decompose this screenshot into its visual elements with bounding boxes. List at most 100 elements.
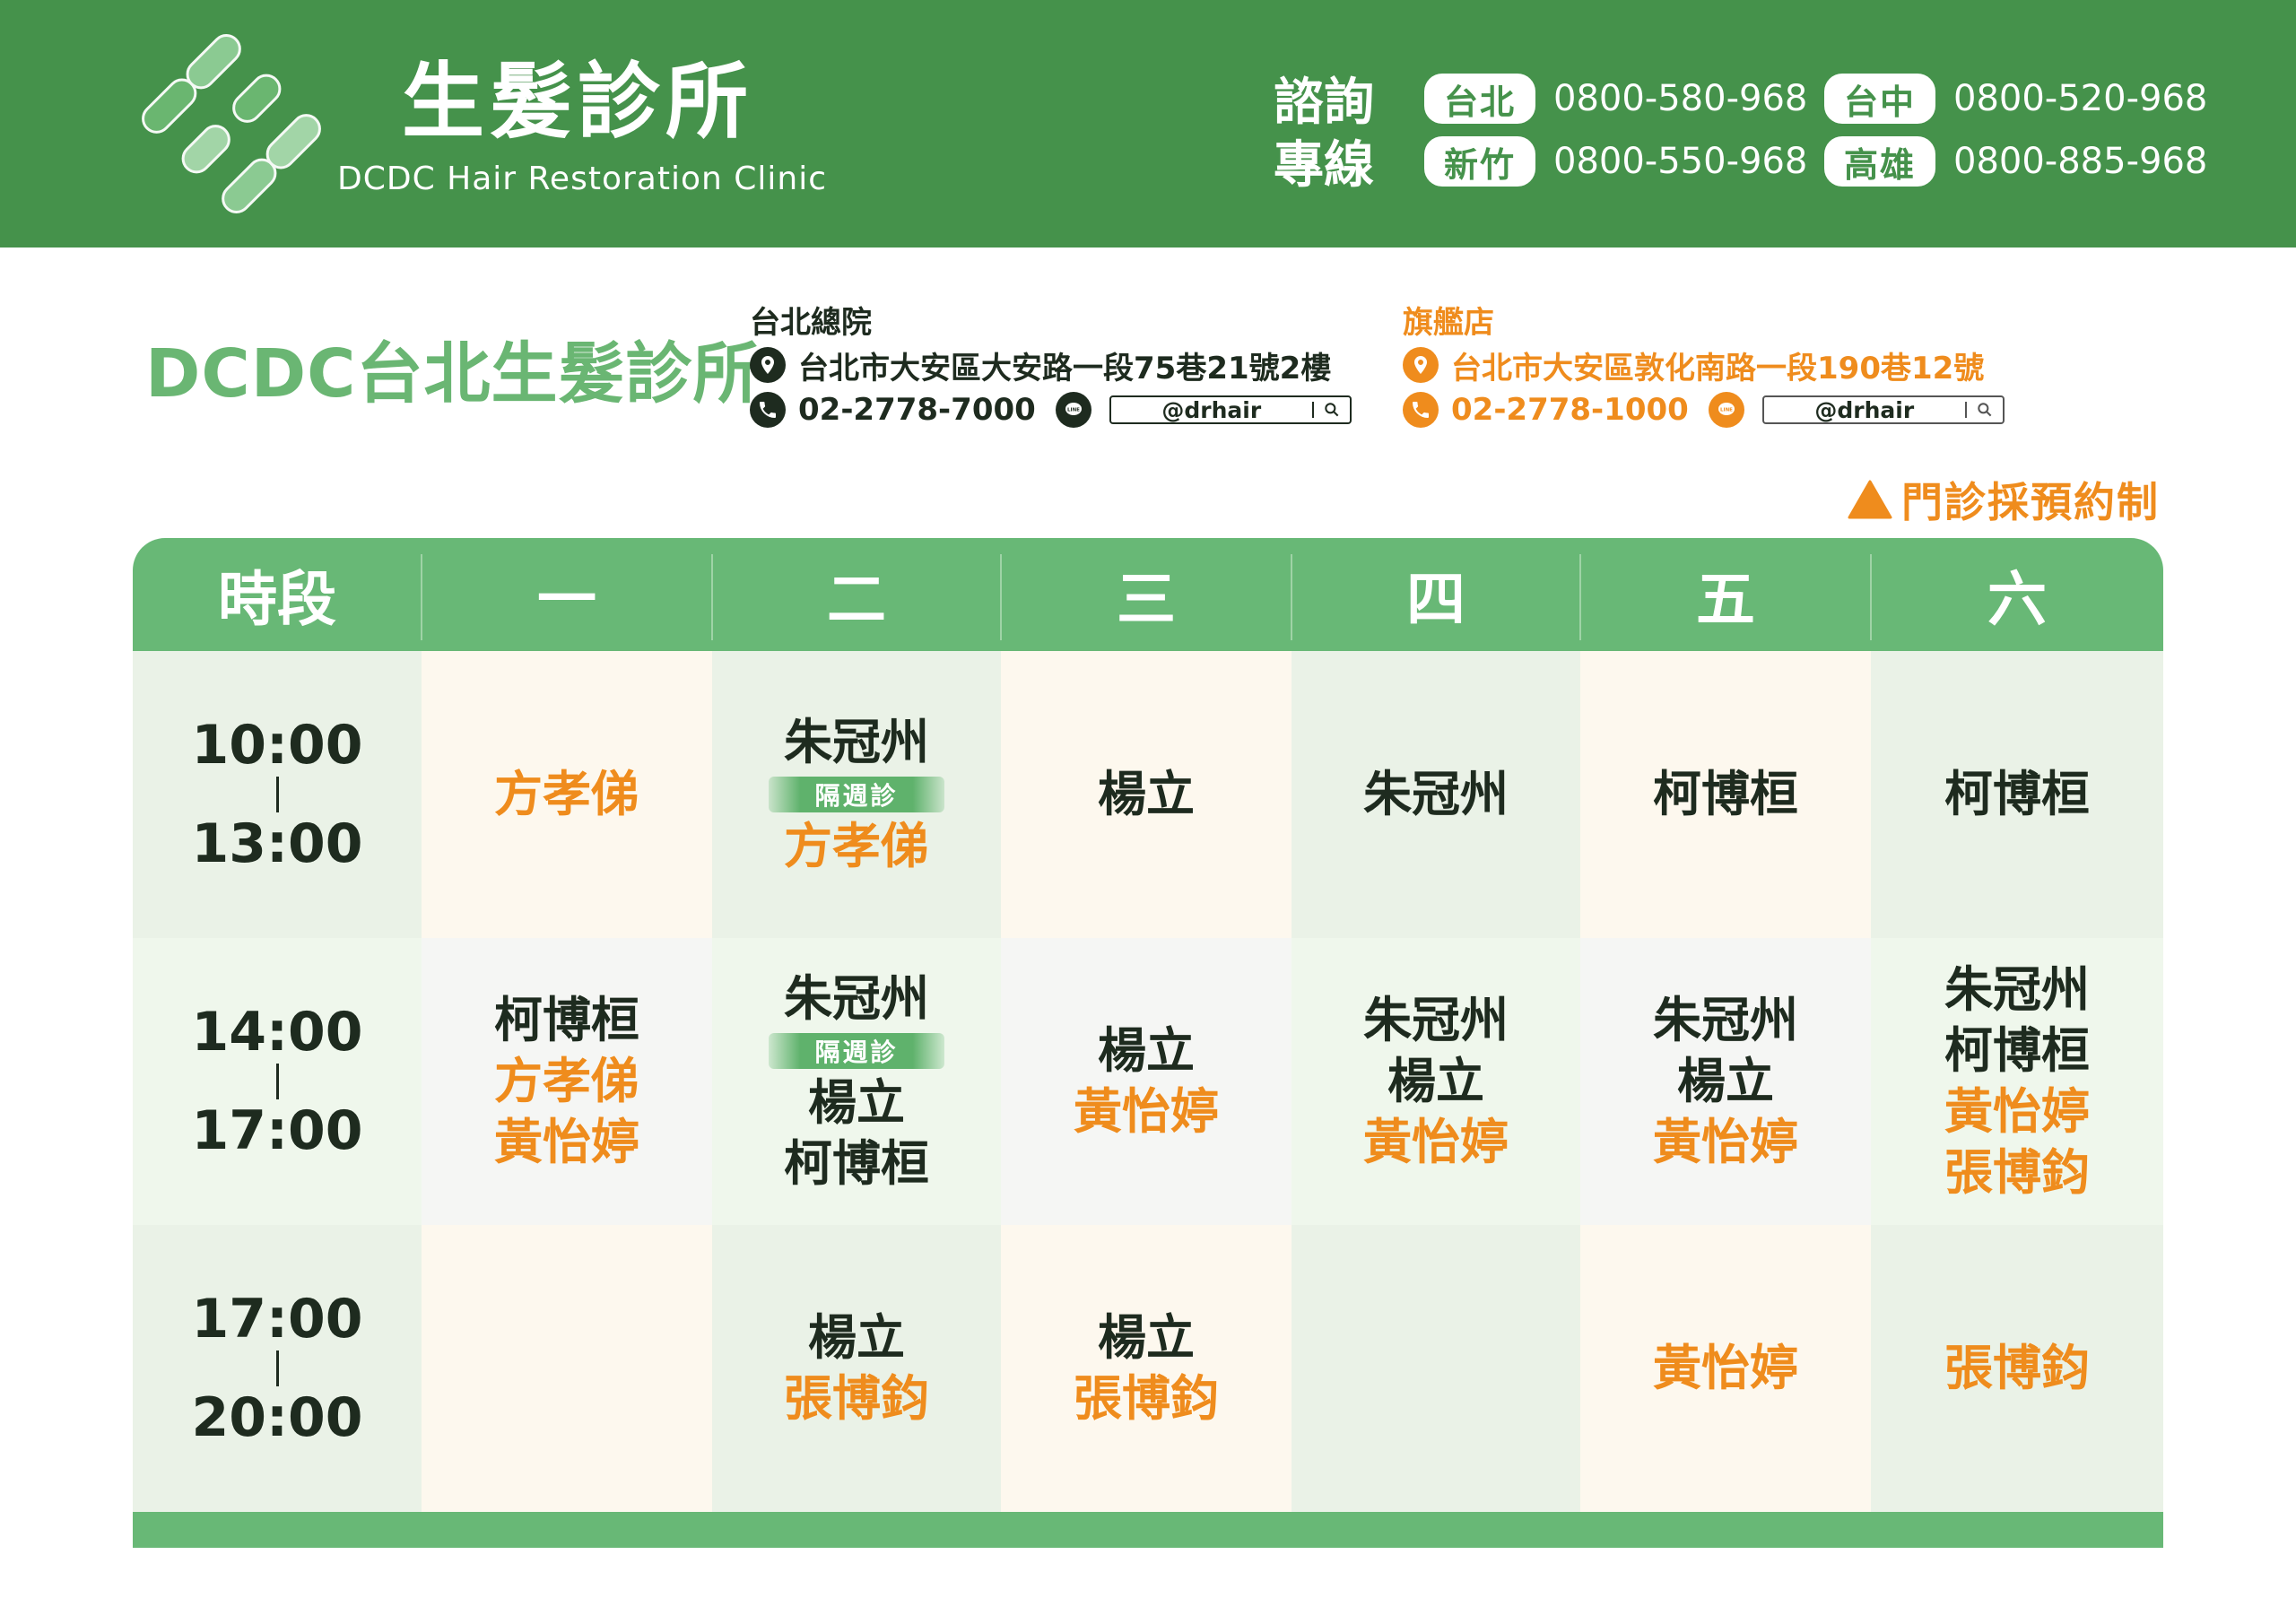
header-weekday: 五 — [1696, 565, 1755, 634]
doctor-name: 柯博桓 — [784, 1135, 929, 1192]
schedule-cell: 楊立 黃怡婷 — [1001, 938, 1292, 1225]
hotline-phone[interactable]: 0800-580-968 — [1553, 78, 1807, 119]
branch-address: 台北市大安區敦化南路一段190巷12號 — [1451, 350, 1985, 386]
alternate-week-badge: 隔週診 — [769, 1033, 944, 1069]
header-time-slot: 時段 — [218, 565, 336, 634]
address-row: 台北市大安區敦化南路一段190巷12號 — [1403, 344, 2048, 386]
schedule-cell: 方孝俤 — [422, 651, 712, 938]
schedule-cell: 朱冠州 楊立 黃怡婷 — [1580, 938, 1871, 1225]
header-weekday: 三 — [1117, 565, 1176, 634]
branch-phone[interactable]: 02-2778-7000 — [798, 392, 1036, 428]
location-pin-icon — [750, 347, 786, 383]
time-slot-cell: 17:00 20:00 — [133, 1225, 422, 1512]
city-badge: 高雄 — [1824, 136, 1935, 187]
schedule-cell: 朱冠州 隔週診 方孝俤 — [712, 651, 1001, 938]
doctor-name: 楊立 — [808, 1309, 905, 1366]
time-separator — [275, 1064, 279, 1099]
doctor-name: 黃怡婷 — [1653, 1114, 1798, 1170]
header-weekday: 四 — [1406, 565, 1465, 634]
doctor-name: 朱冠州 — [1363, 766, 1509, 822]
search-icon — [1964, 402, 2003, 418]
hotline-taipei[interactable]: 台北 0800-580-968 — [1424, 74, 1807, 124]
doctor-name: 柯博桓 — [1653, 766, 1798, 822]
schedule-cell: 柯博桓 — [1580, 651, 1871, 938]
doctor-name: 楊立 — [1387, 1053, 1484, 1109]
doctor-name: 柯博桓 — [494, 992, 639, 1048]
city-badge: 台中 — [1824, 74, 1935, 124]
header-divider — [1000, 554, 1002, 640]
doctor-name: 黃怡婷 — [494, 1114, 639, 1170]
time-end: 20:00 — [191, 1386, 363, 1449]
time-start: 10:00 — [191, 714, 363, 777]
time-end: 17:00 — [191, 1099, 363, 1162]
hotline-phone[interactable]: 0800-885-968 — [1953, 141, 2207, 182]
schedule-cell: 楊立 — [1001, 651, 1292, 938]
doctor-name: 方孝俤 — [494, 1053, 639, 1109]
contact-row: 02-2778-7000 LINE @drhair — [750, 389, 1396, 430]
schedule-cell: 張博鈞 — [1871, 1225, 2163, 1512]
doctor-name: 楊立 — [1098, 766, 1195, 822]
header-weekday: 一 — [537, 565, 596, 634]
contact-row: 02-2778-1000 LINE @drhair — [1403, 389, 2048, 430]
schedule-cell: 柯博桓 — [1871, 651, 2163, 938]
doctor-name: 黃怡婷 — [1363, 1114, 1509, 1170]
schedule-cell — [422, 1225, 712, 1512]
schedule-cell: 朱冠州 隔週診 楊立 柯博桓 — [712, 938, 1001, 1225]
doctor-name: 張博鈞 — [1944, 1144, 2090, 1201]
doctor-name: 張博鈞 — [784, 1370, 929, 1427]
header-divider — [421, 554, 422, 640]
hotline-phone[interactable]: 0800-550-968 — [1553, 141, 1807, 182]
schedule-cell: 朱冠州 — [1292, 651, 1580, 938]
doctor-name: 柯博桓 — [1944, 766, 2090, 822]
schedule-cell: 楊立 張博鈞 — [712, 1225, 1001, 1512]
address-row: 台北市大安區大安路一段75巷21號2樓 — [750, 344, 1396, 386]
doctor-name: 楊立 — [1677, 1053, 1774, 1109]
doctor-name: 方孝俤 — [494, 766, 639, 822]
main-branch-info: 台北總院 台北市大安區大安路一段75巷21號2樓 02-2778-7000 LI… — [750, 305, 1396, 439]
appointment-note: 門診採預約制 — [1848, 470, 2160, 529]
schedule-cell: 楊立 張博鈞 — [1001, 1225, 1292, 1512]
time-separator — [275, 777, 279, 812]
header-weekday: 六 — [1987, 565, 2047, 634]
hotline-label: 諮詢 專線 — [1274, 74, 1374, 195]
doctor-name: 黃怡婷 — [1074, 1083, 1219, 1140]
branch-phone[interactable]: 02-2778-1000 — [1451, 392, 1689, 428]
schedule-body: 10:00 13:00 方孝俤 朱冠州 隔週診 方孝俤 楊立 朱冠州 柯博桓 柯博桓 14:00 17… — [133, 651, 2163, 1512]
header-divider — [1870, 554, 1872, 640]
hotline-taichung[interactable]: 台中 0800-520-968 — [1824, 74, 2207, 124]
doctor-name: 朱冠州 — [1653, 992, 1798, 1048]
header-divider — [1291, 554, 1292, 640]
clinic-name: DCDC台北生髮診所 — [145, 335, 761, 413]
hotline-hsinchu[interactable]: 新竹 0800-550-968 — [1424, 136, 1807, 187]
line-icon: LINE — [1708, 392, 1744, 428]
doctor-name: 黃怡婷 — [1944, 1083, 2090, 1140]
location-pin-icon — [1403, 347, 1439, 383]
line-id-search-box[interactable]: @drhair — [1109, 395, 1352, 424]
time-slot-cell: 14:00 17:00 — [133, 938, 422, 1225]
phone-icon — [1403, 392, 1439, 428]
doctor-name: 楊立 — [1098, 1309, 1195, 1366]
doctor-name: 黃怡婷 — [1653, 1340, 1798, 1396]
schedule-cell — [1292, 1225, 1580, 1512]
brand-subtitle: DCDC Hair Restoration Clinic — [337, 161, 827, 197]
header-weekday: 二 — [827, 565, 886, 634]
hotline-phone[interactable]: 0800-520-968 — [1953, 78, 2207, 119]
brand-title: 生髮診所 — [402, 54, 754, 150]
time-start: 17:00 — [191, 1288, 363, 1350]
schedule-cell: 朱冠州 柯博桓 黃怡婷 張博鈞 — [1871, 938, 2163, 1225]
header-band: 生髮診所 DCDC Hair Restoration Clinic 諮詢 專線 … — [0, 0, 2296, 248]
hotline-kaohsiung[interactable]: 高雄 0800-885-968 — [1824, 136, 2207, 187]
doctor-name: 方孝俤 — [784, 818, 929, 874]
doctor-name: 朱冠州 — [1363, 992, 1509, 1048]
city-badge: 新竹 — [1424, 136, 1535, 187]
doctor-name: 楊立 — [1098, 1022, 1195, 1079]
time-slot-cell: 10:00 13:00 — [133, 651, 422, 938]
svg-text:LINE: LINE — [1720, 408, 1733, 413]
search-icon — [1311, 402, 1350, 418]
hotline-list: 台北 0800-580-968 台中 0800-520-968 新竹 0800-… — [1424, 74, 2231, 190]
line-id-search-box[interactable]: @drhair — [1761, 395, 2005, 424]
schedule-table: 時段一二三四五六 10:00 13:00 方孝俤 朱冠州 隔週診 方孝俤 楊立 朱冠州 柯博桓柯… — [133, 538, 2163, 1548]
line-icon: LINE — [1055, 392, 1091, 428]
line-id: @drhair — [1161, 396, 1262, 423]
svg-text:LINE: LINE — [1067, 408, 1080, 413]
